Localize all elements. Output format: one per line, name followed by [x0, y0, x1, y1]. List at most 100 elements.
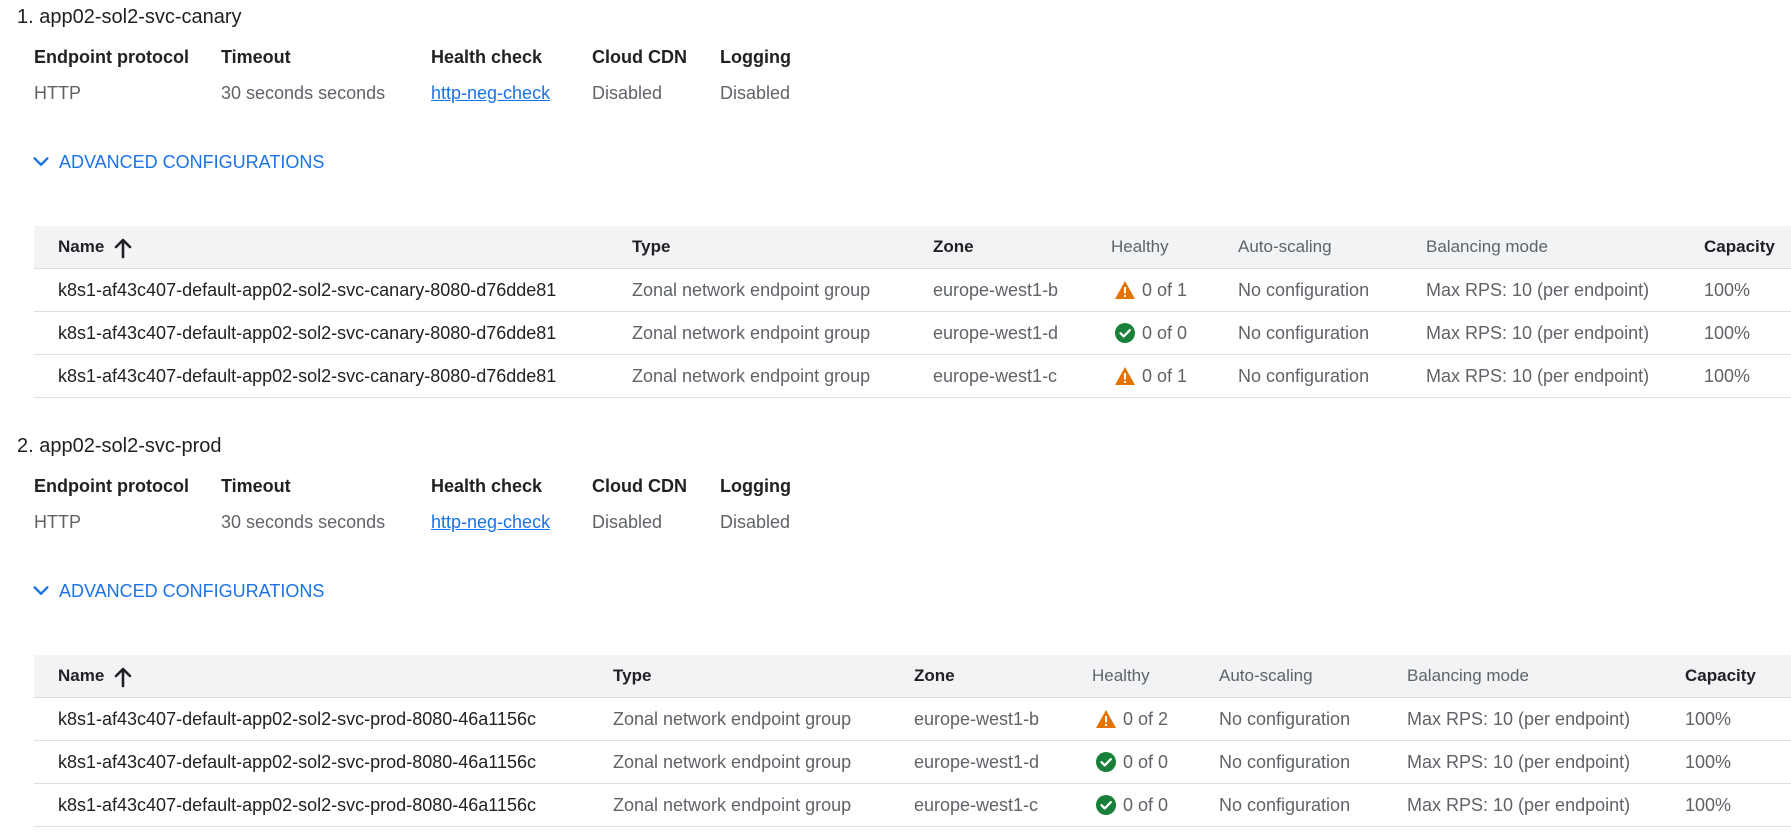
column-header-healthy: Healthy — [1111, 237, 1169, 256]
cloud-cdn-label: Cloud CDN — [592, 476, 687, 496]
column-header-healthy: Healthy — [1092, 666, 1150, 685]
row-zone: europe-west1-b — [933, 280, 1059, 300]
backend-service-title: 2. app02-sol2-svc-prod — [17, 435, 222, 457]
column-header-balancing-mode: Balancing mode — [1426, 237, 1548, 256]
chevron-down-icon — [33, 586, 49, 595]
column-header-name[interactable]: Name — [58, 655, 133, 697]
row-auto-scaling: No configuration — [1238, 280, 1370, 300]
logging-value: Disabled — [720, 512, 791, 532]
warning-icon — [1115, 281, 1135, 299]
healthy-count: 0 of 1 — [1142, 280, 1188, 300]
row-auto-scaling: No configuration — [1219, 752, 1351, 772]
healthy-count: 0 of 2 — [1123, 709, 1169, 729]
healthy-count: 0 of 0 — [1142, 323, 1188, 343]
row-balancing-mode: Max RPS: 10 (per endpoint) — [1426, 280, 1650, 300]
health-check-link[interactable]: http-neg-check — [431, 83, 550, 103]
row-name: k8s1-af43c407-default-app02-sol2-svc-pro… — [58, 709, 536, 729]
column-header-name[interactable]: Name — [58, 226, 133, 268]
check-circle-icon — [1115, 323, 1135, 343]
table-row: k8s1-af43c407-default-app02-sol2-svc-pro… — [34, 784, 1791, 827]
logging-label: Logging — [720, 47, 791, 67]
row-zone: europe-west1-d — [914, 752, 1040, 772]
column-header-label: Name — [58, 237, 105, 256]
row-name: k8s1-af43c407-default-app02-sol2-svc-pro… — [58, 752, 536, 772]
column-header-capacity: Capacity — [1704, 237, 1775, 256]
row-auto-scaling: No configuration — [1219, 795, 1351, 815]
table-row: k8s1-af43c407-default-app02-sol2-svc-pro… — [34, 698, 1791, 741]
backend-service-title: 1. app02-sol2-svc-canary — [17, 6, 242, 28]
column-header-zone: Zone — [933, 237, 974, 256]
column-header-auto-scaling: Auto-scaling — [1219, 666, 1313, 685]
row-balancing-mode: Max RPS: 10 (per endpoint) — [1407, 795, 1631, 815]
row-type: Zonal network endpoint group — [613, 709, 852, 729]
table-row: k8s1-af43c407-default-app02-sol2-svc-can… — [34, 355, 1791, 398]
endpoint-protocol-label: Endpoint protocol — [34, 47, 189, 67]
health-check-label: Health check — [431, 476, 543, 496]
cloud-cdn-label: Cloud CDN — [592, 47, 687, 67]
advanced-configurations-label: ADVANCED CONFIGURATIONS — [59, 151, 325, 172]
row-balancing-mode: Max RPS: 10 (per endpoint) — [1426, 366, 1650, 386]
row-healthy: 0 of 2 — [1095, 698, 1168, 740]
row-name: k8s1-af43c407-default-app02-sol2-svc-pro… — [58, 795, 536, 815]
column-header-label: Name — [58, 666, 105, 685]
row-healthy: 0 of 0 — [1095, 784, 1168, 826]
advanced-configurations-toggle[interactable]: ADVANCED CONFIGURATIONS — [30, 579, 324, 603]
column-header-balancing-mode: Balancing mode — [1407, 666, 1529, 685]
row-type: Zonal network endpoint group — [632, 366, 871, 386]
table-header: Name Type Zone Healthy Auto-scaling Bala… — [34, 655, 1791, 698]
column-header-zone: Zone — [914, 666, 955, 685]
timeout-value: 30 seconds seconds — [221, 83, 386, 103]
row-type: Zonal network endpoint group — [613, 795, 852, 815]
row-zone: europe-west1-c — [933, 366, 1058, 386]
column-header-type: Type — [632, 237, 671, 256]
cloud-cdn-value: Disabled — [592, 512, 663, 532]
row-balancing-mode: Max RPS: 10 (per endpoint) — [1426, 323, 1650, 343]
health-check-label: Health check — [431, 47, 543, 67]
row-name: k8s1-af43c407-default-app02-sol2-svc-can… — [58, 280, 557, 300]
healthy-count: 0 of 0 — [1123, 795, 1169, 815]
timeout-label: Timeout — [221, 47, 291, 67]
healthy-count: 0 of 1 — [1142, 366, 1188, 386]
row-balancing-mode: Max RPS: 10 (per endpoint) — [1407, 752, 1631, 772]
chevron-down-icon — [33, 157, 49, 166]
endpoint-protocol-label: Endpoint protocol — [34, 476, 189, 496]
warning-icon — [1096, 710, 1116, 728]
row-zone: europe-west1-d — [933, 323, 1059, 343]
healthy-count: 0 of 0 — [1123, 752, 1169, 772]
advanced-configurations-toggle[interactable]: ADVANCED CONFIGURATIONS — [30, 150, 324, 174]
check-circle-icon — [1096, 795, 1116, 815]
health-check-link[interactable]: http-neg-check — [431, 512, 550, 532]
row-healthy: 0 of 1 — [1114, 269, 1187, 311]
row-capacity: 100% — [1704, 323, 1751, 343]
column-header-auto-scaling: Auto-scaling — [1238, 237, 1332, 256]
row-healthy: 0 of 1 — [1114, 355, 1187, 397]
row-type: Zonal network endpoint group — [632, 323, 871, 343]
row-auto-scaling: No configuration — [1219, 709, 1351, 729]
row-zone: europe-west1-b — [914, 709, 1040, 729]
table-row: k8s1-af43c407-default-app02-sol2-svc-can… — [34, 269, 1791, 312]
endpoint-protocol-value: HTTP — [34, 83, 81, 103]
row-healthy: 0 of 0 — [1095, 741, 1168, 783]
logging-value: Disabled — [720, 83, 791, 103]
cloud-cdn-value: Disabled — [592, 83, 663, 103]
arrow-upward-icon — [115, 667, 132, 687]
logging-label: Logging — [720, 476, 791, 496]
row-name: k8s1-af43c407-default-app02-sol2-svc-can… — [58, 323, 557, 343]
table-row: k8s1-af43c407-default-app02-sol2-svc-can… — [34, 312, 1791, 355]
row-balancing-mode: Max RPS: 10 (per endpoint) — [1407, 709, 1631, 729]
row-type: Zonal network endpoint group — [613, 752, 852, 772]
table-header: Name Type Zone Healthy Auto-scaling Bala… — [34, 226, 1791, 269]
row-capacity: 100% — [1685, 795, 1732, 815]
advanced-configurations-label: ADVANCED CONFIGURATIONS — [59, 580, 325, 601]
column-header-capacity: Capacity — [1685, 666, 1756, 685]
row-healthy: 0 of 0 — [1114, 312, 1187, 354]
row-capacity: 100% — [1704, 280, 1751, 300]
arrow-upward-icon — [115, 238, 132, 258]
row-name: k8s1-af43c407-default-app02-sol2-svc-can… — [58, 366, 557, 386]
row-capacity: 100% — [1685, 752, 1732, 772]
row-zone: europe-west1-c — [914, 795, 1039, 815]
check-circle-icon — [1096, 752, 1116, 772]
column-header-type: Type — [613, 666, 652, 685]
table-row: k8s1-af43c407-default-app02-sol2-svc-pro… — [34, 741, 1791, 784]
warning-icon — [1115, 367, 1135, 385]
